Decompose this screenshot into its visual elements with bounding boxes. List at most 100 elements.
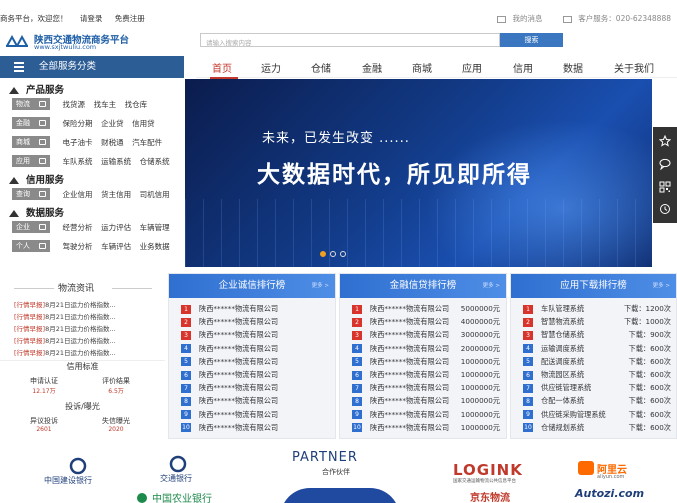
news-item[interactable]: [行情早报]8月21日运力价格指数...	[14, 311, 116, 321]
link-warehouse-sys[interactable]: 仓储系统	[140, 157, 170, 166]
carousel-dot[interactable]	[320, 251, 326, 257]
link-owner-credit[interactable]: 货主信用	[101, 190, 131, 199]
register-link[interactable]: 免费注册	[115, 14, 145, 23]
nav-apps[interactable]: 应用	[462, 60, 482, 75]
logink-logo[interactable]: LOGINK	[453, 461, 523, 479]
ranking-row[interactable]: 5 陕西******物流有限公司 1000000元	[352, 357, 508, 368]
ranking-row[interactable]: 10 仓储规划系统 下载：600次	[523, 423, 677, 434]
ranking-row[interactable]: 6 物流园区系统 下载：600次	[523, 370, 677, 381]
tag-app[interactable]: 应用	[12, 155, 50, 167]
link-transport[interactable]: 运输系统	[101, 157, 131, 166]
ranking-row[interactable]: 8 陕西******物流有限公司 1000000元	[352, 396, 508, 407]
ranking-row[interactable]: 1 车队管理系统 下载：1200次	[523, 304, 677, 315]
search-input[interactable]: 请输入搜索内容	[200, 33, 500, 47]
ranking-row[interactable]: 7 陕西******物流有限公司 1000000元	[352, 383, 508, 394]
ranking-row[interactable]: 1 陕西******物流有限公司	[181, 304, 337, 315]
rank-number: 10	[352, 423, 362, 433]
star-icon[interactable]	[659, 135, 671, 147]
autozi-logo[interactable]: Autozi.com	[575, 487, 644, 500]
hero-banner[interactable]: 未来，已发生改变 ...... 大数据时代，所见即所得	[185, 79, 652, 267]
ranking-row[interactable]: 10 陕西******物流有限公司	[181, 423, 337, 434]
link-find-cargo[interactable]: 找货源	[63, 100, 86, 109]
link-driver-credit[interactable]: 司机信用	[140, 190, 170, 199]
ranking-row[interactable]: 2 陕西******物流有限公司	[181, 317, 337, 328]
tag-enterprise[interactable]: 企业	[12, 221, 50, 233]
ranking-row[interactable]: 2 陕西******物流有限公司 4000000元	[352, 317, 508, 328]
ccb-logo[interactable]: 中国建设银行	[40, 457, 115, 487]
ranking-row[interactable]: 8 仓配一体系统 下载：600次	[523, 396, 677, 407]
ranking-row[interactable]: 5 配送调度系统 下载：600次	[523, 357, 677, 368]
qrcode-icon[interactable]	[659, 181, 671, 193]
nav-data[interactable]: 数据	[563, 60, 583, 75]
tag-personal[interactable]: 个人	[12, 240, 50, 252]
jd-logistics-logo[interactable]: 京东物流	[470, 489, 510, 503]
link-driving[interactable]: 驾驶分析	[63, 242, 93, 251]
ranking-row[interactable]: 8 陕西******物流有限公司	[181, 396, 337, 407]
link-enterprise-loan[interactable]: 企业贷	[101, 119, 124, 128]
link-ent-credit[interactable]: 企业信用	[63, 190, 93, 199]
ranking-row[interactable]: 10 陕西******物流有限公司 1000000元	[352, 423, 508, 434]
ranking-row[interactable]: 3 智慧仓储系统 下载：900次	[523, 330, 677, 341]
divider	[112, 288, 152, 289]
link-fuel-card[interactable]: 电子油卡	[63, 138, 93, 147]
link-fleet[interactable]: 车队系统	[63, 157, 93, 166]
link-credit-loan[interactable]: 信用贷	[132, 119, 155, 128]
link-find-warehouse[interactable]: 找仓库	[125, 100, 148, 109]
link-analysis[interactable]: 经营分析	[63, 223, 93, 232]
news-item[interactable]: [行情早报]8月21日运力价格指数...	[14, 335, 116, 345]
news-item[interactable]: [行情早报]8月21日运力价格指数...	[14, 347, 116, 357]
ranking-row[interactable]: 4 运输调度系统 下载：600次	[523, 344, 677, 355]
link-vehicle-mgmt[interactable]: 车辆管理	[140, 223, 170, 232]
tag-mall[interactable]: 商城	[12, 136, 50, 148]
nav-warehouse[interactable]: 仓储	[311, 60, 331, 75]
ranking-row[interactable]: 7 陕西******物流有限公司	[181, 383, 337, 394]
link-capacity[interactable]: 运力评估	[101, 223, 131, 232]
more-link[interactable]: 更多 >	[653, 281, 670, 289]
rank-name: 运输调度系统	[541, 343, 585, 353]
abc-logo[interactable]: 中国农业银行	[130, 490, 230, 503]
link-vehicle-eval[interactable]: 车辆评估	[101, 242, 131, 251]
site-logo[interactable]: 陕西交通物流商务平台 www.sxjtwuliu.com	[6, 32, 186, 52]
nav-about[interactable]: 关于我们	[614, 60, 654, 75]
carousel-dot[interactable]	[340, 251, 346, 257]
ranking-row[interactable]: 6 陕西******物流有限公司	[181, 370, 337, 381]
news-item[interactable]: [行情早报]8月21日运力价格指数...	[14, 323, 116, 333]
all-categories-header[interactable]: 全部服务分类	[0, 56, 184, 78]
ranking-row[interactable]: 4 陕西******物流有限公司 2000000元	[352, 344, 508, 355]
link-biz-data[interactable]: 业务数据	[140, 242, 170, 251]
more-link[interactable]: 更多 >	[483, 281, 500, 289]
bocom-logo[interactable]: 交通银行	[130, 454, 205, 486]
ranking-row[interactable]: 6 陕西******物流有限公司 1000000元	[352, 370, 508, 381]
ranking-row[interactable]: 1 陕西******物流有限公司 5000000元	[352, 304, 508, 315]
link-find-owner[interactable]: 找车主	[94, 100, 117, 109]
rank-number: 1	[352, 304, 362, 314]
ranking-row[interactable]: 3 陕西******物流有限公司	[181, 330, 337, 341]
ranking-row[interactable]: 7 供应链管理系统 下载：600次	[523, 383, 677, 394]
login-link[interactable]: 请登录	[80, 14, 103, 23]
link-insurance[interactable]: 保险分期	[63, 119, 93, 128]
tag-query[interactable]: 查询	[12, 188, 50, 200]
messages-link[interactable]: 我的消息	[513, 14, 543, 23]
history-icon[interactable]	[659, 203, 671, 215]
chat-icon[interactable]	[659, 158, 671, 170]
nav-credit[interactable]: 信用	[513, 60, 533, 75]
ranking-row[interactable]: 9 陕西******物流有限公司 1000000元	[352, 410, 508, 421]
carousel-dot[interactable]	[330, 251, 336, 257]
tag-logistics[interactable]: 物流	[12, 98, 50, 110]
link-parts[interactable]: 汽车配件	[132, 138, 162, 147]
more-link[interactable]: 更多 >	[312, 281, 329, 289]
ranking-row[interactable]: 9 陕西******物流有限公司	[181, 410, 337, 421]
ranking-row[interactable]: 9 供应链采购管理系统 下载：600次	[523, 410, 677, 421]
nav-finance[interactable]: 金融	[362, 60, 382, 75]
nav-mall[interactable]: 商城	[412, 60, 432, 75]
nav-home[interactable]: 首页	[212, 60, 232, 75]
ranking-row[interactable]: 2 智慧物流系统 下载：1000次	[523, 317, 677, 328]
ranking-row[interactable]: 4 陕西******物流有限公司	[181, 344, 337, 355]
ranking-row[interactable]: 5 陕西******物流有限公司	[181, 357, 337, 368]
tag-finance[interactable]: 金融	[12, 117, 50, 129]
news-item[interactable]: [行情早报]8月21日运力价格指数...	[14, 299, 116, 309]
link-tax[interactable]: 财税通	[101, 138, 124, 147]
search-button[interactable]: 搜索	[500, 33, 563, 47]
ranking-row[interactable]: 3 陕西******物流有限公司 3000000元	[352, 330, 508, 341]
nav-capacity[interactable]: 运力	[261, 60, 281, 75]
